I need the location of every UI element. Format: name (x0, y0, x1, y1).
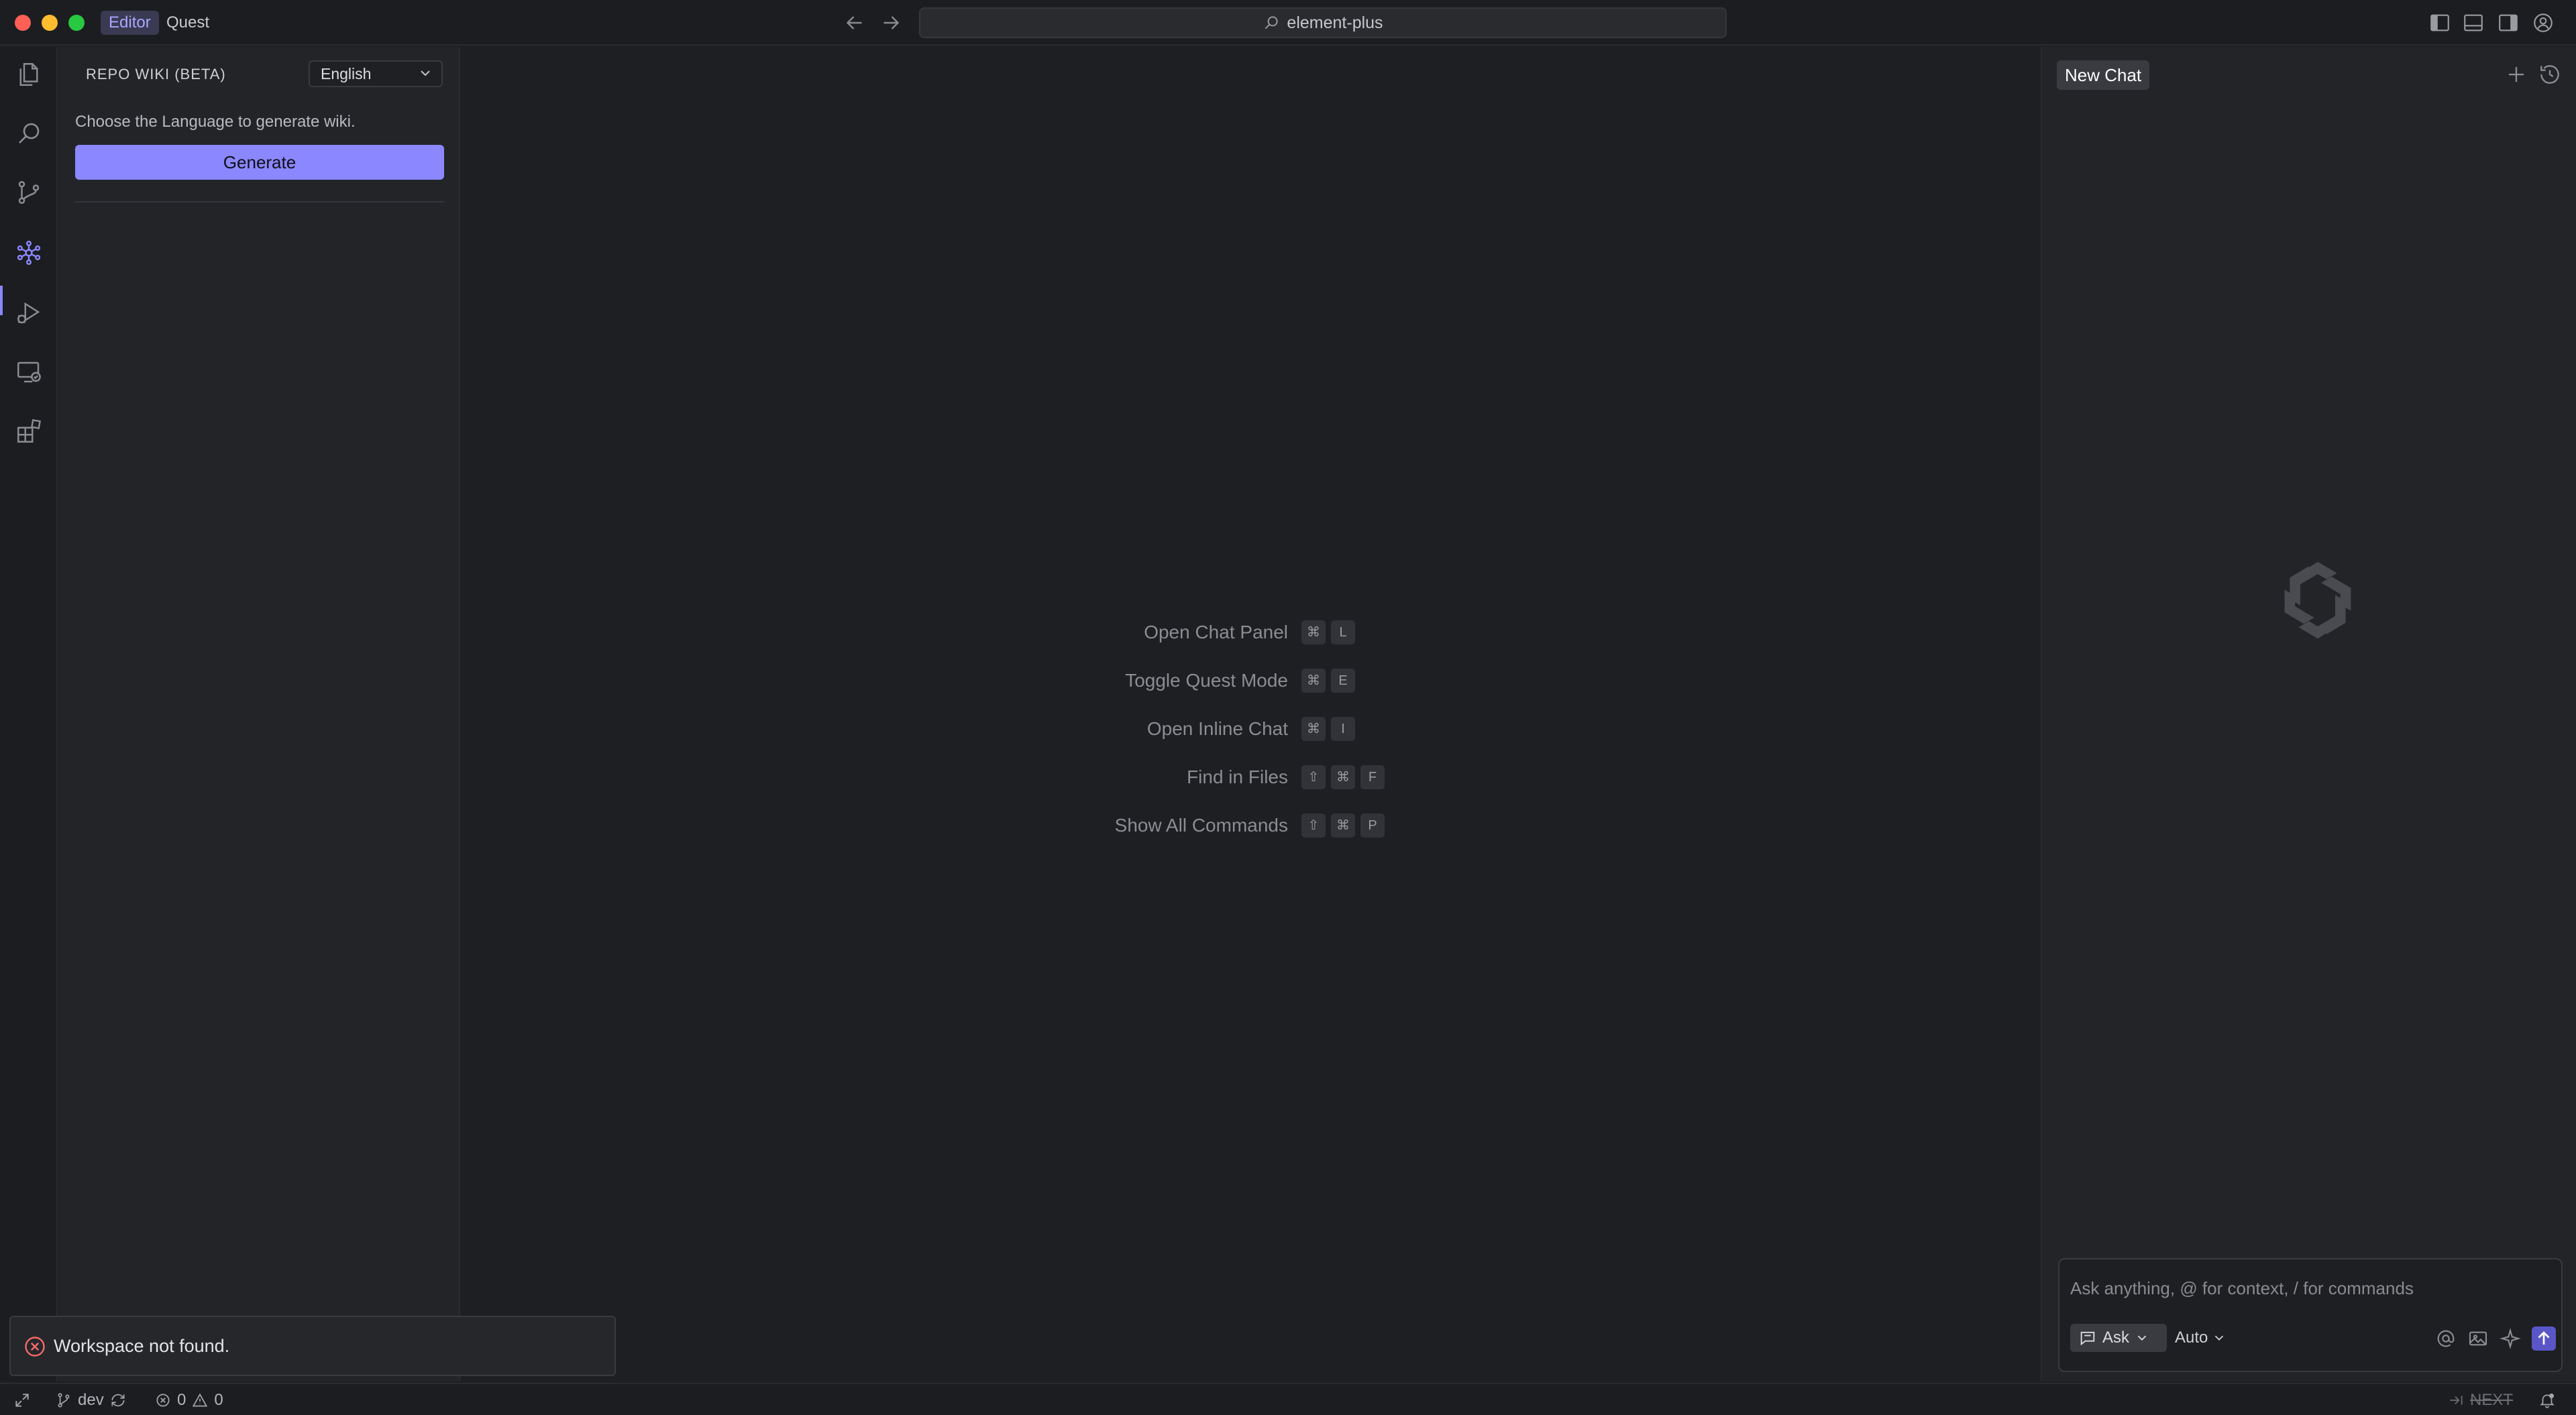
key-cap: ⌘ (1301, 620, 1326, 644)
account-icon[interactable] (2532, 11, 2555, 34)
minimize-window-button[interactable] (42, 15, 58, 31)
shortcut-row: Open Chat Panel (462, 619, 1288, 646)
bell-icon (2538, 1392, 2556, 1409)
git-branch-icon (55, 1392, 72, 1409)
sync-icon[interactable] (109, 1392, 127, 1409)
error-toast[interactable]: Workspace not found. (9, 1316, 616, 1376)
source-control-icon[interactable] (15, 178, 43, 207)
panel-title: REPO WIKI (BETA) (86, 66, 226, 82)
toggle-secondary-sidebar-icon[interactable] (2497, 11, 2520, 34)
language-value: English (321, 65, 372, 82)
plus-icon[interactable] (2504, 62, 2529, 87)
next-label: NEXT (2470, 1391, 2514, 1409)
shortcut-row: Show All Commands (462, 812, 1288, 839)
warning-icon (191, 1392, 209, 1409)
key-cap: ⌘ (1301, 669, 1326, 693)
explorer-icon[interactable] (15, 60, 43, 89)
active-indicator (0, 286, 3, 315)
warning-count: 0 (214, 1391, 223, 1409)
search-text: element-plus (1287, 13, 1383, 32)
divider (75, 201, 444, 203)
branch-indicator[interactable]: dev (55, 1391, 127, 1410)
mention-icon[interactable] (2435, 1328, 2457, 1349)
chevron-down-icon (2135, 1331, 2149, 1345)
notifications-indicator[interactable] (2538, 1391, 2556, 1410)
error-count: 0 (177, 1391, 186, 1409)
key-cap: ⌘ (1331, 765, 1355, 789)
shortcut-row: Toggle Quest Mode (462, 667, 1288, 694)
tab-arrow-icon (2447, 1392, 2465, 1409)
key-cap: F (1360, 765, 1385, 789)
shortcut-keys: ⌘ L (1301, 620, 1355, 644)
shortcut-label[interactable]: Find in Files (1187, 767, 1288, 788)
close-window-button[interactable] (15, 15, 31, 31)
shortcut-row: Open Inline Chat (462, 716, 1288, 742)
status-bar: dev 0 0 NEXT (0, 1383, 2576, 1415)
shortcut-label[interactable]: Show All Commands (1115, 815, 1288, 836)
generate-button[interactable]: Generate (75, 145, 444, 180)
chat-mode-icon (2078, 1328, 2097, 1347)
remote-indicator[interactable] (13, 1391, 31, 1410)
chevron-down-icon (2212, 1331, 2226, 1345)
ask-mode-dropdown[interactable]: Ask (2070, 1324, 2167, 1352)
search-icon[interactable] (15, 119, 43, 148)
problems-indicator[interactable]: 0 0 (154, 1391, 223, 1410)
key-cap: ⇧ (1301, 765, 1326, 789)
mode-tab-editor[interactable]: Editor (101, 11, 159, 35)
chat-input-placeholder[interactable]: Ask anything, @ for context, / for comma… (2070, 1278, 2414, 1299)
model-label: Auto (2175, 1328, 2208, 1347)
language-select[interactable]: English (309, 60, 443, 87)
chat-input-box[interactable]: Ask anything, @ for context, / for comma… (2058, 1258, 2563, 1372)
next-indicator[interactable]: NEXT (2447, 1391, 2513, 1410)
activity-bar (0, 47, 58, 1381)
chat-panel: New Chat Ask anything, @ for context, / … (2041, 47, 2576, 1381)
extensions-icon[interactable] (15, 417, 43, 445)
toggle-panel-icon[interactable] (2462, 11, 2485, 34)
repo-wiki-panel: REPO WIKI (BETA) English Choose the Lang… (59, 47, 460, 1381)
qoder-logo-icon (2274, 557, 2361, 644)
shortcut-label[interactable]: Toggle Quest Mode (1125, 670, 1288, 691)
key-cap: ⌘ (1301, 717, 1326, 741)
ask-label: Ask (2102, 1328, 2130, 1347)
branch-name: dev (78, 1391, 104, 1409)
shortcut-label[interactable]: Open Chat Panel (1144, 622, 1288, 643)
model-dropdown[interactable]: Auto (2175, 1324, 2226, 1352)
command-center-search[interactable]: element-plus (919, 7, 1727, 38)
toast-message: Workspace not found. (54, 1336, 230, 1356)
key-cap: ⌘ (1331, 813, 1355, 838)
chevron-down-icon (417, 63, 433, 83)
shortcut-keys: ⇧ ⌘ P (1301, 813, 1385, 838)
key-cap: I (1331, 717, 1355, 741)
title-bar: Editor Quest element-plus (0, 0, 2576, 46)
key-cap: ⇧ (1301, 813, 1326, 838)
editor-area: Open Chat Panel ⌘ L Toggle Quest Mode ⌘ E Open… (462, 47, 2039, 1381)
maximize-window-button[interactable] (68, 15, 85, 31)
sparkle-icon[interactable] (2500, 1328, 2521, 1349)
key-cap: L (1331, 620, 1355, 644)
error-icon (154, 1392, 172, 1409)
remote-icon (13, 1392, 31, 1409)
shortcut-keys: ⇧ ⌘ F (1301, 765, 1385, 789)
search-icon (1263, 14, 1280, 32)
panel-description: Choose the Language to generate wiki. (75, 113, 356, 131)
shortcut-row: Find in Files (462, 764, 1288, 791)
back-arrow-icon[interactable] (843, 11, 867, 35)
error-icon (23, 1335, 47, 1359)
image-icon[interactable] (2467, 1328, 2489, 1349)
mode-tab-quest[interactable]: Quest (158, 11, 217, 35)
send-button[interactable] (2532, 1326, 2556, 1351)
shortcut-keys: ⌘ E (1301, 669, 1355, 693)
forward-arrow-icon[interactable] (879, 11, 903, 35)
history-icon[interactable] (2537, 62, 2563, 87)
key-cap: P (1360, 813, 1385, 838)
shortcut-label[interactable]: Open Inline Chat (1147, 718, 1288, 740)
toggle-primary-sidebar-icon[interactable] (2428, 11, 2451, 34)
tab-new-chat[interactable]: New Chat (2057, 60, 2150, 90)
remote-explorer-icon[interactable] (15, 358, 43, 386)
shortcut-keys: ⌘ I (1301, 717, 1355, 741)
run-and-debug-icon[interactable] (15, 299, 43, 327)
key-cap: E (1331, 669, 1355, 693)
repo-wiki-icon[interactable] (15, 239, 43, 267)
